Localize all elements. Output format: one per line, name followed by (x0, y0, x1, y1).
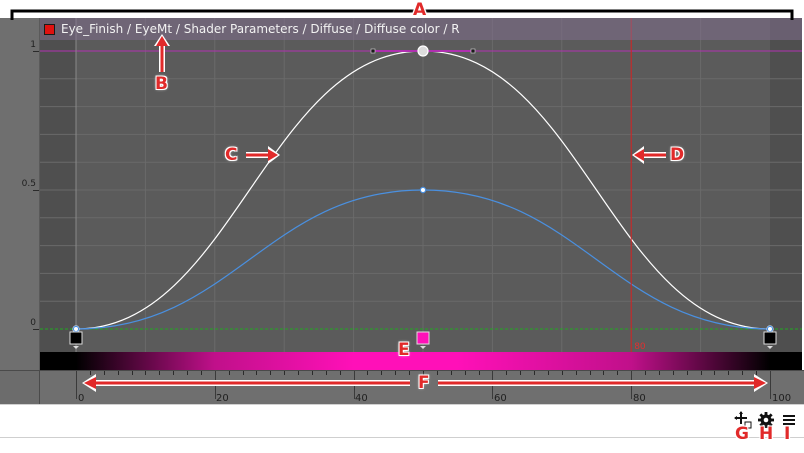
time-minor-tick (103, 371, 105, 375)
time-major-tick (76, 371, 77, 399)
value-tick-mark (33, 51, 39, 52)
time-minor-tick (547, 371, 549, 375)
color-stop-start[interactable] (69, 331, 83, 345)
time-minor-tick (298, 371, 300, 375)
time-minor-tick (173, 371, 175, 375)
current-time-label: 80 (634, 342, 646, 352)
time-minor-tick (131, 371, 133, 375)
time-minor-tick (658, 371, 660, 375)
ruler-corner (0, 371, 40, 405)
tangent-handle-left[interactable] (370, 48, 376, 54)
white-curve-key-selected[interactable] (417, 45, 429, 57)
time-ruler[interactable]: 0 20 40 60 80 100 (0, 370, 804, 405)
graph-canvas[interactable]: 80 (40, 18, 802, 352)
time-minor-tick (589, 371, 591, 375)
callout-f: F (418, 373, 430, 393)
toolbar-divider (0, 437, 804, 438)
color-stop-markers[interactable] (69, 331, 777, 349)
time-minor-tick (89, 371, 91, 375)
time-minor-tick (617, 371, 619, 375)
time-tick-20: 20 (216, 393, 229, 404)
channel-color-swatch (44, 23, 55, 35)
graph-area[interactable]: 80 (40, 18, 802, 352)
color-gradient-fill (76, 352, 770, 370)
value-ruler[interactable]: 1 0.5 0 (0, 18, 40, 370)
time-minor-tick (256, 371, 258, 375)
time-minor-tick (450, 371, 452, 375)
time-minor-tick (187, 371, 189, 375)
time-tick-60: 60 (494, 393, 507, 404)
time-minor-tick (200, 371, 202, 375)
time-minor-tick (603, 371, 605, 375)
blue-curve-key[interactable] (766, 325, 774, 333)
time-minor-tick (270, 371, 272, 375)
time-minor-tick (381, 371, 383, 375)
blue-curve-key[interactable] (419, 186, 427, 194)
time-tick-0: 0 (78, 393, 85, 404)
time-minor-tick (436, 371, 438, 375)
callout-d: D (670, 145, 685, 165)
callout-e: E (398, 340, 410, 360)
time-minor-tick (159, 371, 161, 375)
bottom-toolbar (0, 404, 804, 453)
time-minor-tick (714, 371, 716, 375)
time-minor-tick (672, 371, 674, 375)
time-minor-tick (756, 371, 758, 375)
time-minor-tick (242, 371, 244, 375)
value-tick-0: 0 (30, 318, 36, 328)
time-minor-tick (478, 371, 480, 375)
time-minor-tick (700, 371, 702, 375)
time-minor-tick (145, 371, 147, 375)
callout-h: H (759, 424, 774, 444)
tangent-handle-right[interactable] (470, 48, 476, 54)
time-minor-tick (506, 371, 508, 375)
color-stop-middle[interactable] (416, 331, 430, 345)
time-tick-80: 80 (633, 393, 646, 404)
time-minor-tick (561, 371, 563, 375)
time-minor-tick (228, 371, 230, 375)
time-minor-tick (395, 371, 397, 375)
callout-a: A (413, 0, 427, 20)
time-minor-tick (464, 371, 466, 375)
time-minor-tick (575, 371, 577, 375)
breadcrumb-path[interactable]: Eye_Finish / EyeMt / Shader Parameters /… (61, 22, 460, 36)
time-minor-tick (645, 371, 647, 375)
time-minor-tick (367, 371, 369, 375)
out-of-range-left (40, 18, 76, 352)
color-gradient-bar[interactable] (40, 352, 802, 370)
color-stop-middle-pointer (420, 346, 426, 349)
time-minor-tick (742, 371, 744, 375)
out-of-range-right (770, 18, 802, 352)
value-tick-mark (33, 329, 39, 330)
value-tick-0-5: 0.5 (21, 179, 36, 189)
callout-c: C (225, 145, 238, 165)
breadcrumb[interactable]: Eye_Finish / EyeMt / Shader Parameters /… (40, 18, 802, 40)
value-tick-mark (33, 190, 39, 191)
time-minor-tick (728, 371, 730, 375)
time-minor-tick (325, 371, 327, 375)
blue-curve-key[interactable] (72, 325, 80, 333)
time-minor-tick (311, 371, 313, 375)
curve-editor: 80 Eye_Finish / EyeMt / Shader Parameter… (0, 0, 804, 453)
time-tick-40: 40 (355, 393, 368, 404)
time-minor-tick (686, 371, 688, 375)
time-minor-tick (284, 371, 286, 375)
time-minor-tick (409, 371, 411, 375)
callout-g: G (735, 424, 749, 444)
time-minor-tick (339, 371, 341, 375)
time-minor-tick (117, 371, 119, 375)
color-stop-end[interactable] (763, 331, 777, 345)
time-major-tick (770, 371, 771, 399)
time-minor-tick (520, 371, 522, 375)
top-strip (0, 0, 804, 18)
callout-i: I (784, 424, 791, 444)
callout-b: B (155, 74, 168, 94)
time-minor-tick (534, 371, 536, 375)
value-tick-1: 1 (30, 40, 36, 50)
time-tick-100: 100 (772, 393, 792, 404)
